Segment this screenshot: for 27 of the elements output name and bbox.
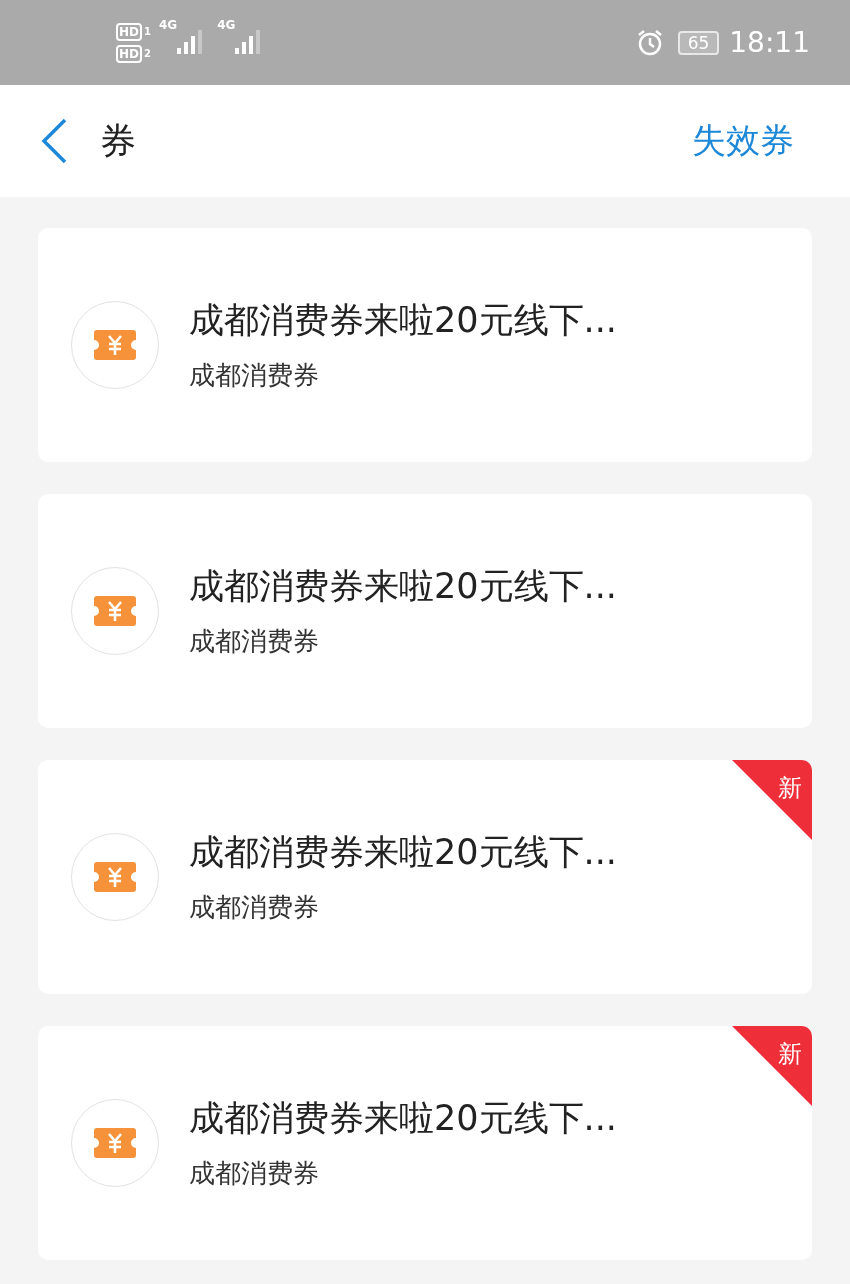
coupon-title: 成都消费券来啦20元线下... bbox=[189, 831, 617, 874]
coupon-title: 成都消费券来啦20元线下... bbox=[189, 565, 617, 608]
clock-time: 18:11 bbox=[729, 26, 810, 59]
expired-coupons-link[interactable]: 失效券 bbox=[692, 118, 794, 164]
network-type: 4G bbox=[159, 17, 178, 32]
hd-indicator: HD 1 bbox=[116, 22, 151, 41]
new-badge: 新 bbox=[732, 1026, 812, 1106]
coupon-subtitle: 成都消费券 bbox=[189, 1157, 320, 1190]
coupon-card[interactable]: 成都消费券来啦20元线下... 成都消费券 bbox=[38, 228, 812, 462]
coupon-subtitle: 成都消费券 bbox=[189, 625, 320, 658]
page-title: 券 bbox=[100, 118, 137, 163]
coupon-card[interactable]: 成都消费券来啦20元线下... 成都消费券 新 bbox=[38, 760, 812, 994]
ticket-icon bbox=[94, 330, 136, 360]
coupon-title: 成都消费券来啦20元线下... bbox=[189, 299, 617, 342]
battery-level: 65 bbox=[677, 30, 720, 55]
coupon-subtitle: 成都消费券 bbox=[189, 891, 320, 924]
new-badge: 新 bbox=[732, 760, 812, 840]
network-type: 4G bbox=[217, 17, 236, 32]
ticket-icon bbox=[94, 596, 136, 626]
coupon-title: 成都消费券来啦20元线下... bbox=[189, 1097, 617, 1140]
ticket-icon bbox=[94, 862, 136, 892]
hd-indicator: HD 2 bbox=[116, 44, 151, 63]
back-button[interactable] bbox=[40, 118, 68, 164]
ticket-icon bbox=[94, 1128, 136, 1158]
coupon-subtitle: 成都消费券 bbox=[189, 359, 320, 392]
coupon-card[interactable]: 成都消费券来啦20元线下... 成都消费券 新 bbox=[38, 1026, 812, 1260]
coupon-card[interactable]: 成都消费券来啦20元线下... 成都消费券 bbox=[38, 494, 812, 728]
